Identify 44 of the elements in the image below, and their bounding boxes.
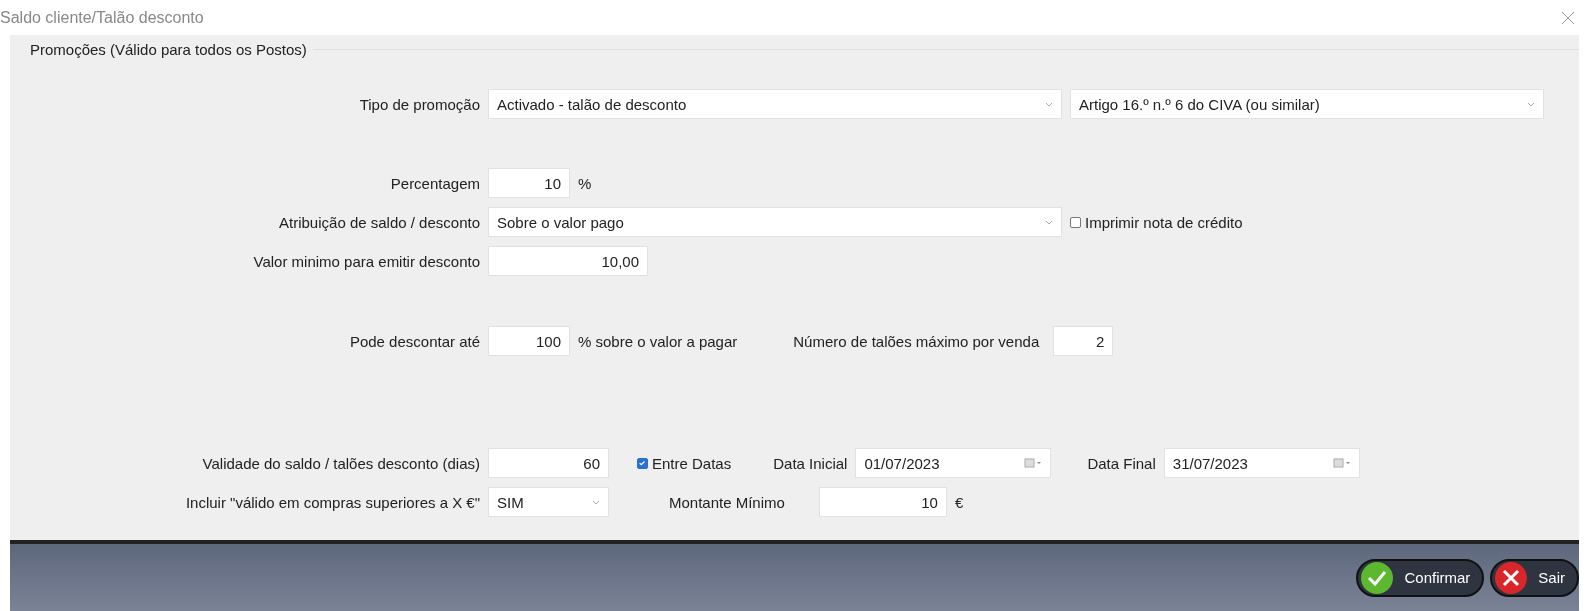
field-label: Data Final bbox=[1087, 454, 1156, 472]
unit-label: % bbox=[578, 174, 592, 192]
allocation-dropdown[interactable]: Sobre o valor pago bbox=[488, 207, 1062, 237]
exit-button[interactable]: Sair bbox=[1490, 558, 1579, 597]
window-title: Saldo cliente/Talão desconto bbox=[0, 8, 204, 27]
field-label: Número de talões máximo por venda bbox=[793, 332, 1040, 350]
checkbox-label[interactable]: Entre Datas bbox=[652, 454, 732, 472]
field-label: Valor minimo para emitir desconto bbox=[252, 252, 480, 270]
caret-icon bbox=[592, 499, 600, 505]
input-field[interactable]: 10,00 bbox=[488, 246, 648, 276]
field-label: Atribuição de saldo / desconto bbox=[278, 213, 480, 231]
check-icon bbox=[1360, 560, 1395, 595]
input-field[interactable]: 2 bbox=[1053, 326, 1114, 356]
input-field[interactable]: 100 bbox=[488, 326, 570, 356]
close-icon bbox=[1494, 560, 1529, 595]
field-label: Data Inicial bbox=[773, 454, 848, 472]
promotion-type-dropdown[interactable]: Activado - talão de desconto bbox=[488, 89, 1062, 119]
close-icon[interactable] bbox=[1561, 10, 1575, 25]
checkbox-label[interactable]: Imprimir nota de crédito bbox=[1085, 213, 1243, 231]
field-label: Percentagem bbox=[389, 174, 480, 192]
field-label: Montante Mínimo bbox=[669, 493, 785, 511]
checkbox[interactable] bbox=[1070, 216, 1081, 228]
group-title: Promoções (Válido para todos os Postos) bbox=[10, 41, 313, 58]
caret-icon bbox=[1527, 101, 1535, 107]
input-field[interactable]: 60 bbox=[488, 448, 609, 478]
date-field[interactable]: 31/07/2023 bbox=[1163, 448, 1360, 478]
field-label: Pode descontar até bbox=[348, 332, 480, 350]
checkbox[interactable] bbox=[637, 457, 648, 469]
date-field[interactable]: 01/07/2023 bbox=[855, 448, 1052, 478]
caret-icon bbox=[1045, 219, 1053, 225]
calendar-icon[interactable] bbox=[1332, 458, 1351, 468]
unit-label: € bbox=[954, 493, 964, 511]
input-field[interactable]: 10 bbox=[818, 487, 947, 517]
calendar-icon[interactable] bbox=[1024, 458, 1043, 468]
caret-icon bbox=[1045, 101, 1053, 107]
confirm-button[interactable]: Confirmar bbox=[1356, 558, 1485, 597]
field-label: % sobre o valor a pagar bbox=[578, 332, 738, 350]
yes-no-dropdown[interactable]: SIM bbox=[488, 487, 609, 517]
input-field[interactable]: 10 bbox=[488, 168, 570, 198]
field-label: Validade do saldo / talões desconto (dias) bbox=[201, 454, 480, 472]
field-label: Tipo de promoção bbox=[358, 95, 480, 113]
field-label: Incluir "válido em compras superiores a X €" bbox=[184, 493, 480, 511]
checkmark-icon bbox=[638, 458, 647, 468]
tax-article-dropdown[interactable]: Artigo 16.º n.º 6 do CIVA (ou similar) bbox=[1070, 89, 1544, 119]
